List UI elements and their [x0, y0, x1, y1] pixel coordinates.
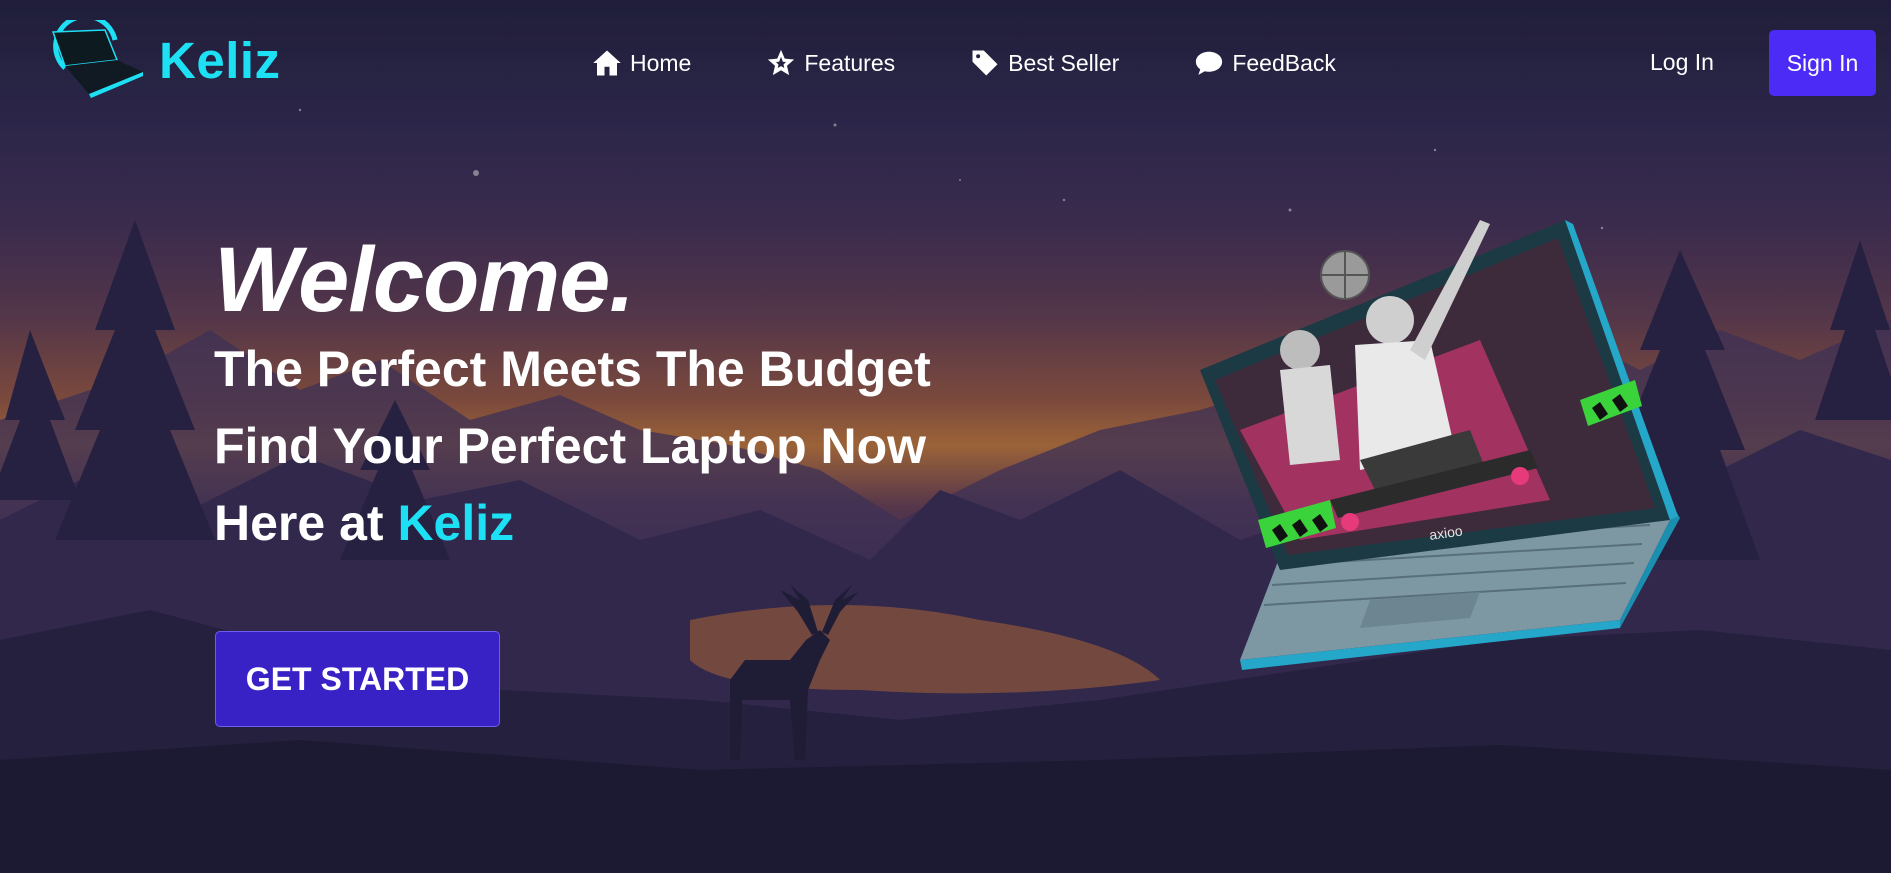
home-icon [593, 50, 621, 76]
hero-tagline-line-3: Here at Keliz [214, 485, 931, 562]
laptop-product-image: axioo [1200, 220, 1680, 670]
get-started-button[interactable]: GET STARTED [215, 631, 500, 727]
signin-button[interactable]: Sign In [1769, 30, 1876, 96]
nav-item-feedback[interactable]: FeedBack [1194, 42, 1336, 84]
nav-item-best-seller[interactable]: Best Seller [970, 42, 1119, 84]
nav-label: Home [630, 49, 692, 76]
nav-item-home[interactable]: Home [592, 42, 691, 84]
nav-item-features[interactable]: Features [766, 42, 895, 84]
hero-section: Welcome. The Perfect Meets The Budget Fi… [214, 229, 931, 562]
laptop-logo-icon [51, 20, 143, 98]
hero-welcome-heading: Welcome. [214, 229, 635, 331]
star-icon [768, 49, 795, 76]
main-nav: Home Features Best Seller FeedBack [592, 42, 1411, 84]
hero-tagline-line-1: The Perfect Meets The Budget [214, 341, 931, 398]
top-navbar: Keliz Home Features Best Seller FeedBack… [0, 0, 1891, 128]
hero-tagline-prefix: Here at [214, 495, 398, 552]
nav-label: Best Seller [1008, 49, 1120, 76]
tag-icon [972, 50, 998, 76]
nav-label: FeedBack [1232, 49, 1336, 76]
hero-brand-highlight: Keliz [397, 495, 515, 552]
brand-name: Keliz [159, 31, 281, 89]
login-link[interactable]: Log In [1650, 49, 1714, 76]
nav-label: Features [804, 49, 896, 76]
brand-logo[interactable]: Keliz [45, 20, 281, 100]
hero-tagline-line-2: Find Your Perfect Laptop Now [214, 418, 927, 475]
chat-bubble-icon [1196, 51, 1223, 75]
